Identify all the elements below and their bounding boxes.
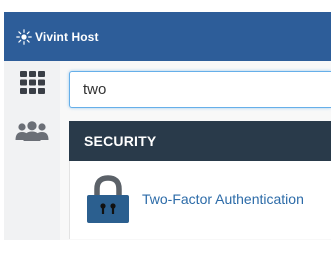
- section-header-security: SECURITY: [69, 121, 331, 161]
- results-panel: Two-Factor Authentication: [69, 161, 331, 239]
- apps-grid-icon: [19, 71, 45, 94]
- brand-name: Vivint Host: [35, 30, 99, 44]
- top-bar: Vivint Host: [4, 12, 331, 61]
- sidebar-item-users[interactable]: [4, 121, 60, 141]
- two-factor-authentication-link[interactable]: Two-Factor Authentication: [142, 191, 304, 207]
- section-title: SECURITY: [84, 133, 157, 149]
- sidebar-item-apps[interactable]: [4, 71, 60, 94]
- users-icon: [15, 121, 49, 141]
- result-item-two-factor[interactable]: Two-Factor Authentication: [86, 175, 304, 223]
- sun-burst-icon: [16, 29, 32, 45]
- search-input[interactable]: [69, 71, 331, 108]
- brand-logo[interactable]: Vivint Host: [16, 29, 99, 45]
- padlock-icon: [87, 175, 129, 223]
- sidebar: [4, 61, 60, 240]
